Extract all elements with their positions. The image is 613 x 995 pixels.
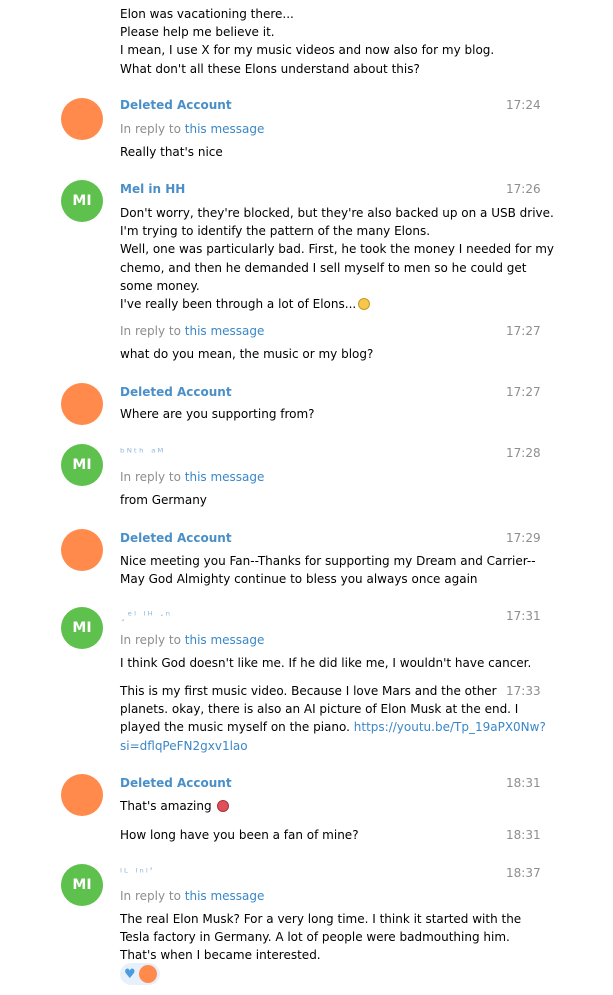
message-line: Elon was vacationing there... — [120, 7, 294, 21]
message-time: 17:26 — [506, 182, 541, 196]
message-text: Don't worry, they're blocked, but they'r… — [120, 204, 554, 313]
message-line: Where are you supporting from? — [120, 407, 315, 421]
message-time: 17:31 — [506, 609, 541, 623]
message-time: 18:31 — [506, 776, 541, 790]
reply-header[interactable]: In reply to this message — [120, 633, 264, 647]
reply-header[interactable]: In reply to this message — [120, 470, 264, 484]
sender-name-redacted[interactable]: ¸ᵉˡ ᴵᴴ ·ⁿ — [120, 609, 172, 622]
heart-reaction-icon: ♥ — [124, 966, 136, 982]
reply-prefix: In reply to — [120, 889, 181, 903]
message-line: from Germany — [120, 493, 207, 507]
sender-name-redacted[interactable]: ᵇᴺᵗʰ ᵃᴹ — [120, 446, 165, 459]
sender-name[interactable]: Deleted Account — [120, 98, 232, 112]
sender-name[interactable]: Deleted Account — [120, 385, 232, 399]
smiling-face-with-heart-eyes-emoji — [217, 800, 230, 812]
message-line: That's amazing — [120, 797, 550, 815]
reactions-bar: ♥ — [120, 963, 160, 985]
reply-link[interactable]: this message — [185, 470, 265, 484]
message-line: What don't all these Elons understand ab… — [120, 61, 420, 76]
message-text: Elon was vacationing there... Please hel… — [120, 5, 550, 78]
avatar[interactable] — [61, 774, 103, 816]
message-line: I've really been through a lot of Elons.… — [120, 295, 550, 313]
message-line: That's when I became interested. — [120, 948, 321, 963]
message-text: Really that's nice — [120, 143, 550, 161]
message-line: Tesla factory in Germany. A lot of peopl… — [120, 930, 510, 945]
message-line: some money. — [120, 278, 200, 293]
reply-prefix: In reply to — [120, 470, 181, 484]
message-line: Don't worry, they're blocked, but they'r… — [120, 206, 554, 220]
message-line: Please help me believe it. — [120, 25, 275, 40]
reply-header[interactable]: In reply to this message — [120, 889, 264, 903]
message-line: Well, one was particularly bad. First, h… — [120, 242, 554, 257]
message-line: The real Elon Musk? For a very long time… — [120, 912, 522, 926]
reply-header[interactable]: In reply to this message — [120, 324, 264, 338]
message-line: chemo, and then he demanded I sell mysel… — [120, 260, 527, 275]
avatar[interactable]: MI — [61, 444, 103, 486]
message-line: played the music myself on the piano. ht… — [120, 720, 546, 735]
sender-name[interactable]: Mel in HH — [120, 182, 185, 196]
reply-header[interactable]: In reply to this message — [120, 122, 264, 136]
message-text: I think God doesn't like me. If he did l… — [120, 654, 550, 672]
avatar[interactable]: MI — [61, 180, 103, 222]
reply-link[interactable]: this message — [185, 324, 265, 338]
message-line: Nice meeting you Fan--Thanks for support… — [120, 554, 536, 568]
sender-name[interactable]: Deleted Account — [120, 776, 232, 790]
sender-name-redacted[interactable]: ᴵᴸ ᴵⁿˡʹ — [120, 866, 155, 879]
message-text: what do you mean, the music or my blog? — [120, 345, 550, 363]
message-line: planets. okay, there is also an AI pictu… — [120, 702, 519, 717]
message-text: from Germany — [120, 491, 550, 509]
message-line: May God Almighty continue to bless you a… — [120, 572, 478, 587]
message-time: 17:27 — [506, 324, 541, 338]
message-time: 17:28 — [506, 446, 541, 460]
message-time: 17:24 — [506, 98, 541, 112]
message-text: That's amazing — [120, 797, 550, 815]
avatar[interactable]: MI — [61, 864, 103, 906]
face-screaming-in-fear-emoji — [358, 298, 371, 311]
reply-prefix: In reply to — [120, 122, 181, 136]
sender-name[interactable]: Deleted Account — [120, 531, 232, 545]
message-line: I think God doesn't like me. If he did l… — [120, 656, 532, 670]
avatar[interactable] — [61, 383, 103, 425]
reactor-avatar — [138, 965, 157, 983]
message-line: I'm trying to identify the pattern of th… — [120, 224, 431, 239]
reply-prefix: In reply to — [120, 633, 181, 647]
message-text: Where are you supporting from? — [120, 405, 550, 423]
message-time: 18:37 — [506, 866, 541, 880]
message-text: This is my first music video. Because I … — [120, 682, 546, 755]
youtube-link[interactable]: https://youtu.be/Tp_19aPX0Nw? — [354, 720, 546, 734]
message-text: The real Elon Musk? For a very long time… — [120, 910, 550, 965]
message-line: How long have you been a fan of mine? — [120, 828, 359, 842]
avatar[interactable]: MI — [61, 607, 103, 649]
message-line: This is my first music video. Because I … — [120, 684, 497, 698]
message-time: 17:29 — [506, 531, 541, 545]
message-time: 17:33 — [506, 684, 541, 698]
youtube-link-continuation[interactable]: si=dflqPeFN2gxv1lao — [120, 737, 502, 755]
message-line: I mean, I use X for my music videos and … — [120, 43, 495, 58]
message-text: How long have you been a fan of mine? — [120, 826, 550, 844]
message-line: Really that's nice — [120, 145, 223, 159]
message-line: what do you mean, the music or my blog? — [120, 347, 374, 361]
avatar[interactable] — [61, 98, 103, 140]
reply-link[interactable]: this message — [185, 122, 265, 136]
heart-reaction[interactable]: ♥ — [120, 963, 160, 985]
reply-prefix: In reply to — [120, 324, 181, 338]
message-text: Nice meeting you Fan--Thanks for support… — [120, 552, 550, 588]
reply-link[interactable]: this message — [185, 889, 265, 903]
reply-link[interactable]: this message — [185, 633, 265, 647]
message-time: 17:27 — [506, 385, 541, 399]
avatar[interactable] — [61, 529, 103, 571]
